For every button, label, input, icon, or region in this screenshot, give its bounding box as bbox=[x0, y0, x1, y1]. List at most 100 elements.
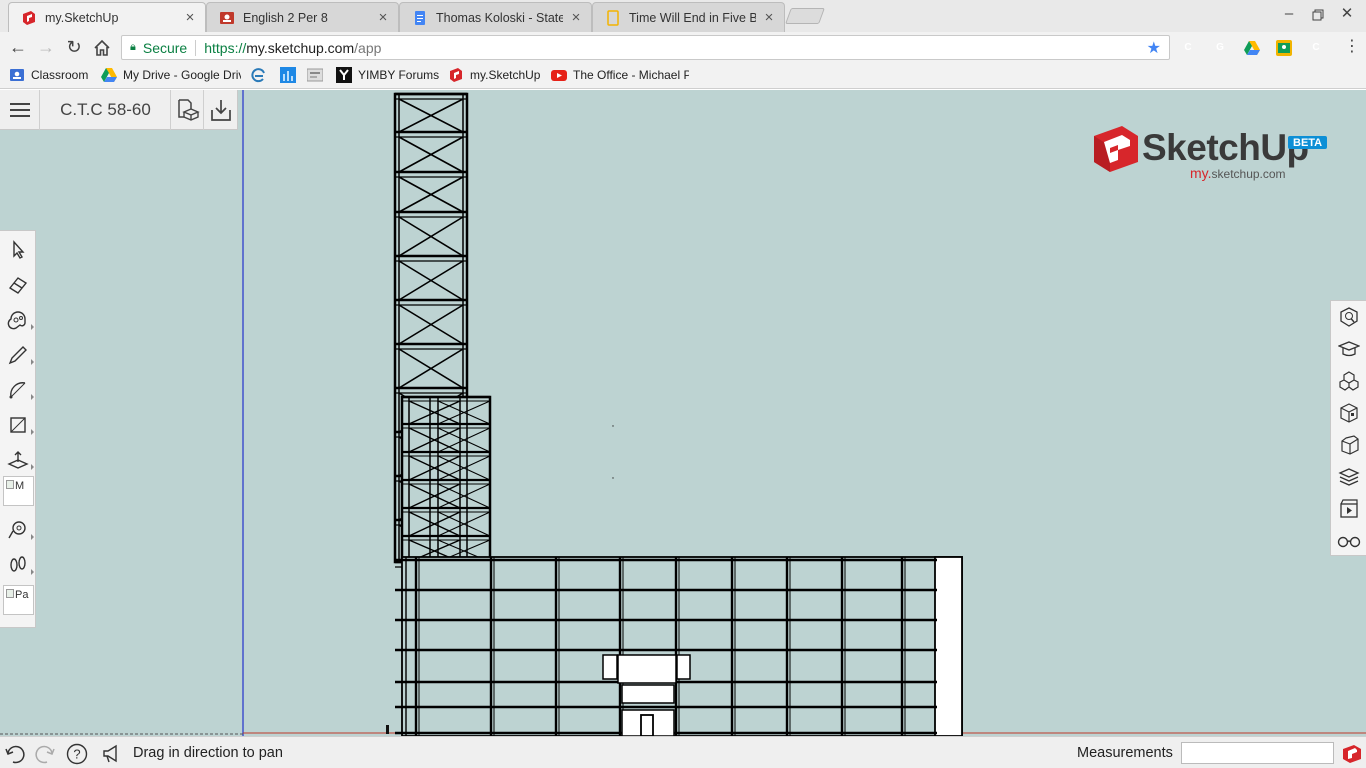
close-icon[interactable]: × bbox=[569, 9, 583, 26]
sketchup-logo: SketchUp BETA my.sketchup.com bbox=[1092, 124, 1332, 184]
tab-mysketchup[interactable]: my.SketchUp × bbox=[8, 2, 206, 32]
bookmarks-bar: Classroom My Drive - Google Driv YIMBY F… bbox=[0, 62, 1366, 89]
youtube-icon bbox=[551, 67, 567, 83]
close-icon[interactable]: × bbox=[183, 9, 197, 26]
minimize-icon[interactable]: – bbox=[1279, 5, 1299, 25]
paint-bucket-icon[interactable] bbox=[2, 304, 34, 336]
logo-wordmark: SketchUp bbox=[1142, 127, 1309, 168]
classroom-icon bbox=[219, 10, 235, 26]
display-glasses-icon[interactable] bbox=[1334, 526, 1364, 556]
arc-tool-icon[interactable] bbox=[2, 374, 34, 406]
right-panel-palette bbox=[1330, 300, 1366, 556]
scale-figure bbox=[386, 725, 389, 734]
building bbox=[395, 556, 963, 736]
drive-extension-icon[interactable] bbox=[1244, 40, 1260, 56]
eraser-tool-icon[interactable] bbox=[2, 269, 34, 301]
tab-english[interactable]: English 2 Per 8 × bbox=[206, 2, 399, 32]
megaphone-icon[interactable] bbox=[101, 743, 123, 765]
url-host: my.sketchup.com bbox=[246, 39, 355, 56]
scenes-icon[interactable] bbox=[1334, 494, 1364, 524]
lattice-tower-short bbox=[400, 395, 492, 567]
move-tool-broken-image[interactable]: M bbox=[3, 476, 34, 506]
download-icon[interactable] bbox=[204, 90, 237, 130]
url-path: /app bbox=[354, 39, 382, 56]
instructor-icon[interactable] bbox=[1334, 334, 1364, 364]
secure-label: Secure bbox=[142, 39, 188, 56]
tab-slides[interactable]: Time Will End in Five Bill × bbox=[592, 2, 785, 32]
walk-tool-icon[interactable] bbox=[2, 549, 34, 581]
sketchup-feedback-icon[interactable] bbox=[1341, 743, 1363, 765]
url-scheme: https:// bbox=[204, 39, 247, 56]
push-pull-tool-icon[interactable] bbox=[2, 444, 34, 476]
model-header: C.T.C 58-60 bbox=[0, 90, 238, 130]
tab-title: Time Will End in Five Bill bbox=[629, 10, 756, 25]
bookmark-my-drive[interactable]: My Drive - Google Driv bbox=[101, 66, 241, 84]
rectangle-tool-icon[interactable] bbox=[2, 409, 34, 441]
docs-icon bbox=[412, 10, 428, 26]
pan-tool-broken-image[interactable]: Pa bbox=[3, 585, 34, 615]
tab-strip: my.SketchUp × English 2 Per 8 × Thomas K… bbox=[0, 0, 1366, 32]
tab-docs[interactable]: Thomas Koloski - Statem × bbox=[399, 2, 592, 32]
close-window-icon[interactable]: ✕ bbox=[1337, 5, 1357, 25]
address-bar[interactable]: 🔒︎ Secure https:// my.sketchup.com /app … bbox=[121, 35, 1170, 60]
back-icon[interactable]: ← bbox=[6, 36, 30, 60]
bookmark-edge[interactable] bbox=[251, 66, 269, 84]
layers-icon[interactable] bbox=[1334, 462, 1364, 492]
redo-icon[interactable] bbox=[33, 743, 55, 765]
extension-c2-icon[interactable]: C bbox=[1308, 40, 1324, 56]
logo-subtitle: my.sketchup.com bbox=[1190, 165, 1286, 181]
measurements-input[interactable] bbox=[1181, 742, 1334, 764]
close-icon[interactable]: × bbox=[376, 9, 390, 26]
status-hint: Drag in direction to pan bbox=[133, 745, 283, 761]
tab-title: my.SketchUp bbox=[45, 10, 119, 25]
bars-icon bbox=[280, 67, 296, 83]
browser-toolbar: ← → ↻ 🔒︎ Secure https:// my.sketchup.com… bbox=[0, 32, 1366, 62]
left-tool-palette: M Pa bbox=[0, 230, 36, 628]
tape-measure-icon[interactable] bbox=[2, 514, 34, 546]
bookmark-thumbnail[interactable] bbox=[307, 66, 325, 84]
undo-icon[interactable] bbox=[5, 743, 27, 765]
new-tab-button[interactable] bbox=[785, 8, 825, 24]
thumbnail-icon bbox=[307, 67, 323, 83]
bookmark-bars[interactable] bbox=[280, 66, 298, 84]
model-info-icon[interactable] bbox=[171, 90, 204, 130]
sketchup-icon bbox=[448, 67, 464, 83]
beta-badge: BETA bbox=[1288, 136, 1328, 149]
sketchup-app: C.T.C 58-60 M Pa SketchUp BETA my.sketch… bbox=[0, 90, 1366, 736]
line-tool-icon[interactable] bbox=[2, 339, 34, 371]
extension-c-icon[interactable]: C bbox=[1180, 40, 1196, 56]
refresh-edge-icon bbox=[251, 67, 267, 83]
styles-icon[interactable] bbox=[1334, 430, 1364, 460]
close-icon[interactable]: × bbox=[762, 9, 776, 26]
status-bar: ? Drag in direction to pan Measurements bbox=[0, 736, 1366, 768]
forward-icon[interactable]: → bbox=[34, 36, 58, 60]
hamburger-menu-icon[interactable] bbox=[0, 90, 40, 130]
tab-title: English 2 Per 8 bbox=[243, 10, 328, 25]
classroom-icon bbox=[9, 67, 25, 83]
bookmark-mysketchup[interactable]: my.SketchUp bbox=[448, 66, 544, 84]
divider bbox=[195, 39, 197, 56]
extension-g-icon[interactable]: G bbox=[1212, 40, 1228, 56]
lock-icon: 🔒︎ bbox=[130, 41, 136, 53]
help-icon[interactable]: ? bbox=[66, 743, 88, 765]
yimby-icon bbox=[336, 67, 352, 83]
model-title[interactable]: C.T.C 58-60 bbox=[41, 90, 171, 130]
components-icon[interactable] bbox=[1334, 366, 1364, 396]
select-tool-icon[interactable] bbox=[2, 234, 34, 266]
entity-info-icon[interactable] bbox=[1334, 302, 1364, 332]
slides-icon bbox=[605, 9, 621, 26]
reload-icon[interactable]: ↻ bbox=[62, 36, 86, 60]
tab-title: Thomas Koloski - Statem bbox=[436, 10, 563, 25]
restore-icon[interactable] bbox=[1308, 5, 1328, 25]
home-icon[interactable] bbox=[90, 36, 114, 60]
bookmark-star-icon[interactable]: ★ bbox=[1147, 38, 1161, 58]
materials-icon[interactable] bbox=[1334, 398, 1364, 428]
bookmark-classroom[interactable]: Classroom bbox=[9, 66, 94, 84]
drive-icon bbox=[101, 67, 117, 83]
svg-text:?: ? bbox=[73, 747, 80, 762]
menu-dots-icon[interactable]: ⋮ bbox=[1344, 38, 1360, 56]
classroom-extension-icon[interactable] bbox=[1276, 40, 1292, 56]
model-viewport[interactable] bbox=[0, 90, 1366, 736]
bookmark-the-office[interactable]: The Office - Michael P bbox=[551, 66, 689, 84]
bookmark-yimby[interactable]: YIMBY Forums bbox=[336, 66, 441, 84]
